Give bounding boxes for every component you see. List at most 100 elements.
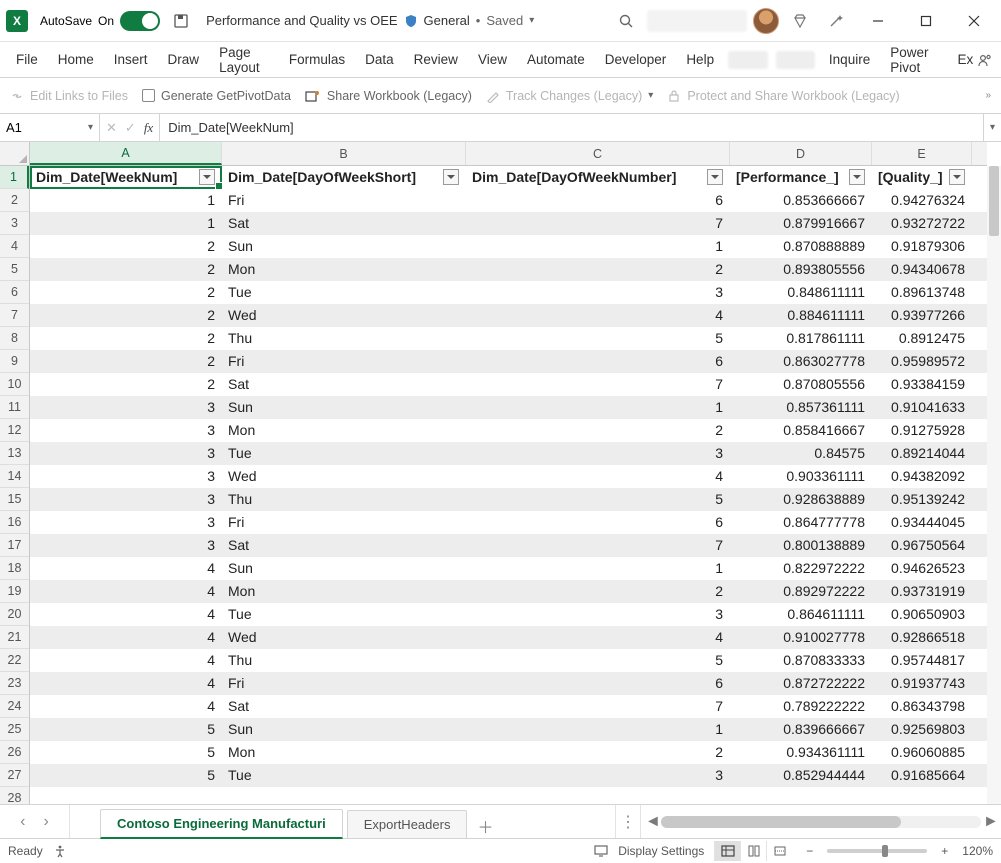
cell[interactable]: Fri <box>222 350 466 373</box>
table-row[interactable]: 1Fri60.8536666670.94276324 <box>30 189 987 212</box>
tab-file[interactable]: File <box>6 42 48 78</box>
cell[interactable]: 1 <box>30 212 222 235</box>
cell[interactable]: 2 <box>30 281 222 304</box>
cell[interactable]: Thu <box>222 488 466 511</box>
table-row[interactable]: 5Tue30.8529444440.91685664 <box>30 764 987 787</box>
formula-input[interactable]: Dim_Date[WeekNum] <box>160 114 983 141</box>
zoom-slider[interactable] <box>827 849 927 853</box>
table-row[interactable]: 2Mon20.8938055560.94340678 <box>30 258 987 281</box>
cmd-gen-pivot[interactable]: Generate GetPivotData <box>142 89 291 103</box>
cell[interactable]: 0.94626523 <box>872 557 972 580</box>
cell[interactable]: 1 <box>466 557 730 580</box>
tab-truncated[interactable]: Ex <box>948 42 976 78</box>
cell[interactable]: 3 <box>466 281 730 304</box>
cell[interactable]: 3 <box>30 465 222 488</box>
cell[interactable]: 0.892972222 <box>730 580 872 603</box>
cell[interactable]: 0.93272722 <box>872 212 972 235</box>
row-header[interactable]: 9 <box>0 350 29 373</box>
header-performance[interactable]: [Performance_] <box>730 166 872 189</box>
filter-button[interactable] <box>707 169 723 185</box>
table-row[interactable]: 4Mon20.8929722220.93731919 <box>30 580 987 603</box>
sheet-tab-exportheaders[interactable]: ExportHeaders <box>347 810 468 838</box>
cell[interactable]: 2 <box>466 580 730 603</box>
cell[interactable]: 5 <box>30 741 222 764</box>
row-header[interactable]: 17 <box>0 534 29 557</box>
cell[interactable]: 3 <box>30 396 222 419</box>
wand-icon[interactable] <box>821 6 851 36</box>
cell[interactable]: Sat <box>222 534 466 557</box>
cell[interactable]: 0.934361111 <box>730 741 872 764</box>
row-header[interactable]: 18 <box>0 557 29 580</box>
row-header[interactable]: 24 <box>0 695 29 718</box>
cell[interactable]: 7 <box>466 695 730 718</box>
cell[interactable]: 2 <box>30 373 222 396</box>
cell[interactable]: 0.879916667 <box>730 212 872 235</box>
tab-insert[interactable]: Insert <box>104 42 158 78</box>
cell[interactable]: 2 <box>30 327 222 350</box>
header-weeknum[interactable]: Dim_Date[WeekNum] <box>30 166 222 189</box>
cmd-share-legacy[interactable]: Share Workbook (Legacy) <box>305 89 472 103</box>
cell[interactable]: 0.863027778 <box>730 350 872 373</box>
cell[interactable]: Sat <box>222 373 466 396</box>
cell[interactable]: Tue <box>222 603 466 626</box>
scroll-left-icon[interactable]: ◄ <box>645 813 659 831</box>
cell[interactable]: 0.91937743 <box>872 672 972 695</box>
row-header[interactable]: 28 <box>0 787 29 805</box>
cell[interactable]: 2 <box>466 741 730 764</box>
cell[interactable]: 4 <box>466 626 730 649</box>
row-header[interactable]: 15 <box>0 488 29 511</box>
cell[interactable]: 0.92866518 <box>872 626 972 649</box>
search-button[interactable] <box>611 6 641 36</box>
tab-developer[interactable]: Developer <box>595 42 677 78</box>
view-page-break-icon[interactable] <box>766 841 792 861</box>
cell[interactable]: 5 <box>466 488 730 511</box>
row-header[interactable]: 13 <box>0 442 29 465</box>
cell[interactable]: 0.96750564 <box>872 534 972 557</box>
col-header-A[interactable]: A <box>30 142 222 165</box>
row-header[interactable]: 19 <box>0 580 29 603</box>
cell[interactable]: Fri <box>222 672 466 695</box>
cell[interactable]: 4 <box>466 465 730 488</box>
toggle-switch-icon[interactable] <box>120 11 160 31</box>
cell[interactable]: 0.864777778 <box>730 511 872 534</box>
cell[interactable]: 6 <box>466 672 730 695</box>
row-header[interactable]: 14 <box>0 465 29 488</box>
cell[interactable]: 0.89214044 <box>872 442 972 465</box>
cell[interactable]: 0.839666667 <box>730 718 872 741</box>
zoom-in-button[interactable]: + <box>937 844 952 858</box>
row-header[interactable]: 4 <box>0 235 29 258</box>
cell[interactable]: 2 <box>466 258 730 281</box>
cell[interactable]: Thu <box>222 327 466 350</box>
save-button[interactable] <box>166 6 196 36</box>
row-header[interactable]: 1 <box>0 166 29 189</box>
cell[interactable]: 0.870833333 <box>730 649 872 672</box>
cell[interactable]: 0.93444045 <box>872 511 972 534</box>
cell[interactable]: 1 <box>30 189 222 212</box>
row-header[interactable]: 20 <box>0 603 29 626</box>
col-header-B[interactable]: B <box>222 142 466 165</box>
cell[interactable]: Tue <box>222 281 466 304</box>
cell[interactable]: 2 <box>30 350 222 373</box>
table-row[interactable]: 3Mon20.8584166670.91275928 <box>30 419 987 442</box>
cell[interactable]: 0.928638889 <box>730 488 872 511</box>
cell[interactable]: Sun <box>222 557 466 580</box>
account-name[interactable] <box>647 10 747 32</box>
table-row[interactable]: 3Thu50.9286388890.95139242 <box>30 488 987 511</box>
row-header[interactable]: 10 <box>0 373 29 396</box>
close-button[interactable] <box>953 6 995 36</box>
row-header[interactable]: 8 <box>0 327 29 350</box>
cell[interactable]: Mon <box>222 741 466 764</box>
worksheet-grid[interactable]: A B C D E 123456789101112131415161718192… <box>0 142 1001 805</box>
cell[interactable]: 0.848611111 <box>730 281 872 304</box>
cell[interactable]: Sat <box>222 212 466 235</box>
row-header[interactable]: 27 <box>0 764 29 787</box>
col-header-C[interactable]: C <box>466 142 730 165</box>
table-row[interactable]: 3Tue30.845750.89214044 <box>30 442 987 465</box>
sheet-prev-icon[interactable]: ‹ <box>20 813 25 831</box>
cell[interactable]: 0.94340678 <box>872 258 972 281</box>
display-settings-label[interactable]: Display Settings <box>618 844 704 858</box>
cell[interactable]: 0.94276324 <box>872 189 972 212</box>
cell[interactable]: 0.817861111 <box>730 327 872 350</box>
view-page-layout-icon[interactable] <box>740 841 766 861</box>
tab-home[interactable]: Home <box>48 42 104 78</box>
